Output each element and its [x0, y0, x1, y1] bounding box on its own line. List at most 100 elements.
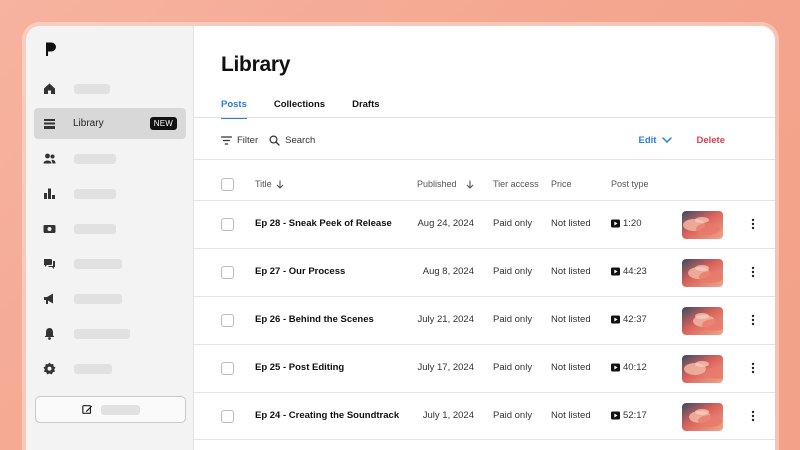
library-icon: [44, 119, 55, 129]
price-value: Not listed: [551, 218, 591, 229]
video-icon: [611, 315, 620, 324]
price-value: Not listed: [551, 266, 591, 277]
sidebar-item-label-placeholder: [74, 188, 116, 199]
patreon-logo-icon[interactable]: [43, 41, 57, 57]
video-duration: 52:17: [623, 410, 647, 421]
video-icon: [611, 363, 620, 372]
post-thumbnail: [682, 259, 723, 287]
video-icon: [611, 267, 620, 276]
video-duration: 40:12: [623, 362, 647, 373]
table-header: Title Published Tier access Price Post t…: [194, 176, 775, 194]
video-duration: 1:20: [623, 218, 642, 229]
toolbar: Filter Search Edit Delete: [221, 132, 725, 148]
edit-icon: [81, 405, 92, 414]
post-thumbnail: [682, 211, 723, 239]
table-row[interactable]: Ep 24 - Creating the Soundtrack July 1, …: [194, 392, 775, 440]
library-tabs: Posts Collections Drafts: [221, 99, 380, 119]
filter-button[interactable]: Filter: [221, 135, 258, 146]
more-options-icon[interactable]: [751, 314, 755, 326]
chats-icon: [44, 259, 55, 269]
sidebar-item-label-placeholder: [74, 328, 130, 339]
post-title[interactable]: Ep 28 - Sneak Peek of Release: [255, 218, 392, 229]
new-badge: NEW: [149, 117, 177, 130]
home-icon: [44, 83, 55, 94]
published-date: Aug 8, 2024: [422, 266, 474, 277]
delete-button[interactable]: Delete: [696, 135, 725, 146]
sidebar-item-label-placeholder: [74, 363, 112, 374]
table-row[interactable]: Ep 28 - Sneak Peek of Release Aug 24, 20…: [194, 200, 775, 248]
page-title: Library: [221, 53, 291, 76]
tab-drafts[interactable]: Drafts: [352, 99, 379, 119]
sidebar-item-label-placeholder: [74, 258, 122, 269]
arrow-down-icon: [466, 180, 473, 189]
title-column-label: Title: [255, 179, 272, 189]
post-thumbnail: [682, 403, 723, 431]
app-window: Library NEW Library Posts Collections Dra…: [26, 26, 775, 450]
sidebar-item-label-placeholder: [74, 293, 122, 304]
tier-access-value: Paid only: [493, 266, 533, 277]
row-checkbox[interactable]: [221, 266, 234, 279]
posts-table-body: Ep 28 - Sneak Peek of Release Aug 24, 20…: [194, 200, 775, 440]
more-options-icon[interactable]: [751, 266, 755, 278]
published-column-label: Published: [417, 179, 457, 189]
search-button[interactable]: Search: [269, 135, 315, 146]
filter-label: Filter: [237, 134, 259, 146]
insights-icon: [44, 188, 55, 199]
create-post-button[interactable]: [35, 396, 186, 423]
sidebar: Library NEW: [26, 26, 194, 450]
tier-access-value: Paid only: [493, 362, 533, 373]
sort-title-header[interactable]: Title: [255, 179, 284, 189]
sidebar-item-notifications[interactable]: [34, 318, 186, 349]
sidebar-item-members[interactable]: [34, 143, 186, 174]
sidebar-item-settings[interactable]: [34, 353, 186, 384]
more-options-icon[interactable]: [751, 410, 755, 422]
sidebar-nav: Library NEW: [34, 73, 186, 388]
create-post-label-placeholder: [100, 404, 140, 415]
published-date: July 21, 2024: [417, 314, 474, 325]
post-type-value: 42:37: [611, 314, 647, 325]
post-title[interactable]: Ep 27 - Our Process: [255, 266, 345, 277]
row-checkbox[interactable]: [221, 410, 234, 423]
arrow-down-icon: [276, 180, 284, 189]
row-checkbox[interactable]: [221, 218, 234, 231]
post-title[interactable]: Ep 24 - Creating the Soundtrack: [255, 410, 399, 421]
payouts-icon: [43, 225, 56, 233]
row-checkbox[interactable]: [221, 362, 234, 375]
post-thumbnail: [682, 307, 723, 335]
post-type-value: 40:12: [611, 362, 647, 373]
more-options-icon[interactable]: [751, 218, 755, 230]
table-row[interactable]: Ep 26 - Behind the Scenes July 21, 2024 …: [194, 296, 775, 344]
published-date: Aug 24, 2024: [417, 218, 474, 229]
sidebar-item-payouts[interactable]: [34, 213, 186, 244]
row-checkbox[interactable]: [221, 314, 234, 327]
price-column-label: Price: [551, 179, 572, 189]
tab-posts[interactable]: Posts: [221, 99, 247, 119]
published-date: July 1, 2024: [422, 410, 474, 421]
main-content: Library Posts Collections Drafts Filter …: [194, 26, 775, 450]
sidebar-item-label: Library: [73, 118, 104, 129]
video-icon: [611, 219, 620, 228]
sort-published-header[interactable]: Published: [417, 179, 474, 189]
tab-collections[interactable]: Collections: [274, 99, 325, 119]
settings-icon: [43, 362, 56, 375]
edit-dropdown[interactable]: Edit: [639, 135, 673, 146]
sidebar-item-home[interactable]: [34, 73, 186, 104]
post-title[interactable]: Ep 25 - Post Editing: [255, 362, 344, 373]
sidebar-item-library[interactable]: Library NEW: [34, 108, 186, 139]
sidebar-item-insights[interactable]: [34, 178, 186, 209]
post-type-value: 52:17: [611, 410, 647, 421]
price-value: Not listed: [551, 410, 591, 421]
sidebar-item-chats[interactable]: [34, 248, 186, 279]
tier-access-value: Paid only: [493, 218, 533, 229]
post-title[interactable]: Ep 26 - Behind the Scenes: [255, 314, 374, 325]
sidebar-item-promotions[interactable]: [34, 283, 186, 314]
video-duration: 42:37: [623, 314, 647, 325]
notifications-icon: [44, 328, 55, 340]
more-options-icon[interactable]: [751, 362, 755, 374]
toolbar-divider: [194, 159, 775, 160]
search-icon: [269, 134, 280, 146]
table-row[interactable]: Ep 25 - Post Editing July 17, 2024 Paid …: [194, 344, 775, 392]
table-row[interactable]: Ep 27 - Our Process Aug 8, 2024 Paid onl…: [194, 248, 775, 296]
search-label: Search: [285, 134, 316, 146]
select-all-checkbox[interactable]: [221, 178, 234, 191]
